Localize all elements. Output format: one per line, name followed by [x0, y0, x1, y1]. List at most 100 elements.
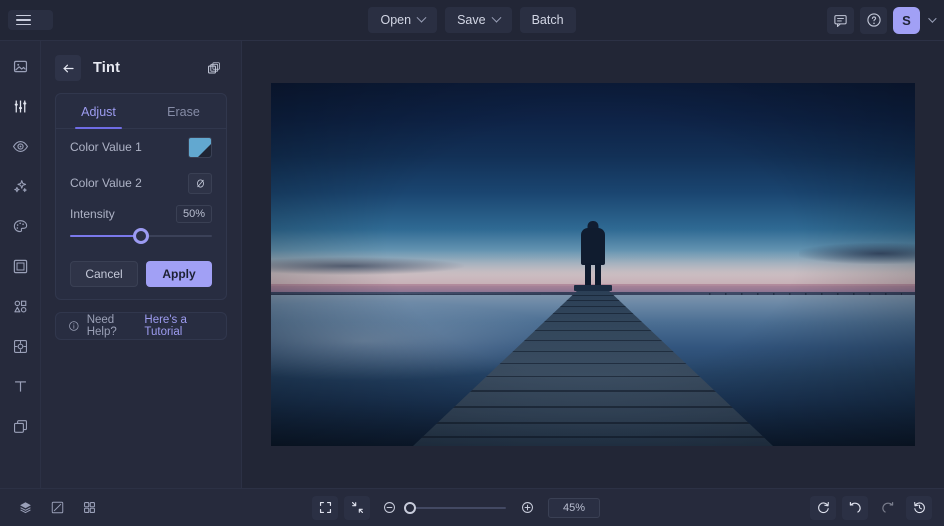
- intensity-row: Intensity 50%: [56, 201, 226, 223]
- page-title: Tint: [93, 60, 120, 76]
- tab-bar: Adjust Erase: [56, 94, 226, 129]
- zoom-slider[interactable]: [410, 507, 506, 509]
- info-circle-icon: [68, 319, 80, 333]
- minus-circle-icon: [382, 500, 397, 515]
- zoom-controls: 45%: [376, 496, 600, 520]
- intensity-label: Intensity: [70, 207, 115, 221]
- frame-icon: [12, 258, 29, 275]
- batch-button[interactable]: Batch: [520, 7, 576, 33]
- save-button[interactable]: Save: [445, 7, 512, 33]
- grid-button[interactable]: [76, 496, 102, 520]
- sidebar-item-paint[interactable]: [6, 213, 34, 239]
- panel-actions: Cancel Apply: [56, 249, 226, 287]
- sliders-icon: [12, 98, 29, 115]
- cancel-button[interactable]: Cancel: [70, 261, 138, 287]
- duplicate-layers-icon: [206, 60, 222, 76]
- rotate-reset-icon: [816, 500, 831, 515]
- help-label: Need Help?: [87, 314, 138, 338]
- zoom-level-value[interactable]: 45%: [548, 498, 600, 518]
- zoom-in-button[interactable]: [514, 496, 540, 520]
- batch-label: Batch: [532, 13, 564, 27]
- sidebar-item-text[interactable]: [6, 373, 34, 399]
- tutorial-link[interactable]: Here's a Tutorial: [144, 314, 214, 338]
- sidebar-item-effects[interactable]: [6, 173, 34, 199]
- sidebar-item-layers[interactable]: [6, 413, 34, 439]
- intensity-slider-fill: [70, 235, 141, 237]
- apply-button[interactable]: Apply: [146, 261, 212, 287]
- sidebar-item-retouch[interactable]: [6, 133, 34, 159]
- tool-rail: [0, 41, 41, 488]
- tab-erase[interactable]: Erase: [141, 94, 226, 128]
- tool-panel: Tint Adjust Erase Color Value 1: [41, 41, 242, 488]
- hamburger-icon: [16, 15, 31, 26]
- zoom-out-button[interactable]: [376, 496, 402, 520]
- photo-editor-window: Open Save Batch: [0, 0, 944, 526]
- duplicate-layers-button[interactable]: [201, 55, 227, 81]
- top-right-actions: S: [827, 7, 944, 34]
- shapes-icon: [12, 298, 29, 315]
- arrow-left-icon: [61, 61, 76, 76]
- layers-stack-icon: [18, 500, 33, 515]
- chevron-down-icon: [417, 12, 427, 22]
- question-circle-icon: [866, 12, 882, 28]
- compare-icon: [50, 500, 65, 515]
- text-icon: [12, 378, 29, 395]
- history-icon: [912, 500, 927, 515]
- intensity-value[interactable]: 50%: [176, 205, 212, 223]
- undo-icon: [848, 500, 863, 515]
- zoom-slider-thumb[interactable]: [404, 502, 416, 514]
- crop-transform-icon: [12, 338, 29, 355]
- help-button[interactable]: [860, 7, 887, 34]
- photo-pier-end: [574, 285, 612, 291]
- compare-button[interactable]: [44, 496, 70, 520]
- photo-cloud-right: [799, 243, 915, 265]
- open-label: Open: [380, 13, 411, 27]
- sidebar-item-frames[interactable]: [6, 253, 34, 279]
- collapse-arrows-icon: [350, 500, 365, 515]
- eye-icon: [12, 138, 29, 155]
- reset-button[interactable]: [810, 496, 836, 520]
- chevron-down-icon: [491, 12, 501, 22]
- color-value-2-swatch[interactable]: [188, 173, 212, 194]
- photo-cloud-left: [271, 257, 464, 275]
- photo-canvas[interactable]: [271, 83, 915, 446]
- intensity-slider-thumb[interactable]: [133, 228, 149, 244]
- sidebar-item-adjust[interactable]: [6, 93, 34, 119]
- help-banner[interactable]: Need Help? Here's a Tutorial: [55, 312, 227, 340]
- undo-button[interactable]: [842, 496, 868, 520]
- intensity-slider[interactable]: [56, 223, 226, 249]
- bottom-toolbar: 45%: [0, 488, 944, 526]
- fit-screen-button[interactable]: [312, 496, 338, 520]
- layers-button[interactable]: [12, 496, 38, 520]
- comment-button[interactable]: [827, 7, 854, 34]
- history-controls: [810, 496, 932, 520]
- open-button[interactable]: Open: [368, 7, 437, 33]
- redo-button[interactable]: [874, 496, 900, 520]
- chevron-down-icon[interactable]: [928, 14, 936, 22]
- layers-overlay-icon: [12, 418, 29, 435]
- actual-size-button[interactable]: [344, 496, 370, 520]
- sidebar-item-image[interactable]: [6, 53, 34, 79]
- comment-icon: [833, 13, 848, 28]
- no-color-icon: [194, 177, 207, 190]
- app-menu-button[interactable]: [8, 10, 53, 31]
- tint-card: Adjust Erase Color Value 1 Color Value 2: [55, 93, 227, 300]
- palette-icon: [12, 218, 29, 235]
- history-button[interactable]: [906, 496, 932, 520]
- canvas-area[interactable]: [242, 41, 944, 488]
- tab-adjust[interactable]: Adjust: [56, 94, 141, 128]
- sidebar-item-shapes[interactable]: [6, 293, 34, 319]
- avatar[interactable]: S: [893, 7, 920, 34]
- color-value-1-row: Color Value 1: [56, 129, 226, 165]
- grid-icon: [82, 500, 97, 515]
- back-button[interactable]: [55, 55, 81, 81]
- top-toolbar: Open Save Batch: [0, 0, 944, 41]
- color-value-1-label: Color Value 1: [70, 140, 142, 154]
- panel-header: Tint: [55, 51, 227, 85]
- sidebar-item-transform[interactable]: [6, 333, 34, 359]
- color-value-2-row: Color Value 2: [56, 165, 226, 201]
- color-value-1-swatch[interactable]: [188, 137, 212, 158]
- top-center-actions: Open Save Batch: [0, 7, 944, 33]
- app-body: Tint Adjust Erase Color Value 1: [0, 41, 944, 488]
- sparkles-icon: [12, 178, 29, 195]
